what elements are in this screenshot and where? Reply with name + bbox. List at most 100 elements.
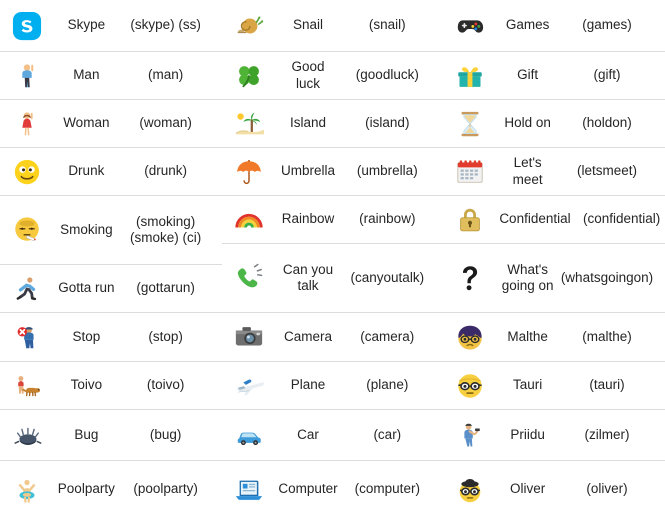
emoticon-name: Man bbox=[73, 67, 100, 83]
emoticon-name: Let's meet bbox=[512, 155, 543, 187]
hourglass-icon bbox=[443, 109, 497, 139]
emoticon-row[interactable]: Oliver (oliver) bbox=[443, 461, 665, 518]
emoticon-row[interactable]: Gotta run (gottarun) bbox=[0, 265, 222, 313]
emoticon-shortcut: (skype) (ss) bbox=[130, 17, 201, 33]
emoticon-shortcut: (oliver) bbox=[586, 481, 628, 497]
emoticon-shortcut: (computer) bbox=[354, 481, 420, 497]
emoticon-name: Poolparty bbox=[57, 481, 115, 497]
stop-sign-person-icon bbox=[0, 322, 54, 352]
column-1: Skype (skype) (ss) Man (man) Woman (woman) Dru… bbox=[0, 0, 222, 518]
emoticon-row[interactable]: Island (island) bbox=[221, 100, 444, 148]
emoticon-row[interactable]: Tauri (tauri) bbox=[443, 362, 665, 410]
emoticon-name: Games bbox=[505, 17, 550, 33]
emoticon-shortcut: (car) bbox=[373, 426, 402, 442]
gift-icon bbox=[443, 61, 497, 91]
emoticon-name: Stop bbox=[72, 328, 101, 344]
toivo-dog-icon bbox=[0, 371, 54, 401]
oliver-face-icon bbox=[443, 475, 497, 505]
bug-icon bbox=[0, 420, 54, 450]
emoticon-shortcut: (woman) bbox=[139, 115, 192, 131]
emoticon-row[interactable]: What's going on (whatsgoingon) bbox=[443, 244, 665, 313]
emoticon-shortcut: (tauri) bbox=[589, 377, 625, 393]
emoticon-row[interactable]: Drunk (drunk) bbox=[0, 148, 222, 196]
umbrella-icon bbox=[222, 157, 276, 187]
emoticon-row[interactable]: Snail (snail) bbox=[221, 0, 444, 52]
emoticon-shortcut: (smoking) (smoke) (ci) bbox=[130, 213, 202, 245]
emoticon-name: Plane bbox=[290, 377, 326, 393]
man-icon bbox=[0, 61, 54, 91]
emoticon-row[interactable]: Car (car) bbox=[221, 410, 444, 461]
emoticon-row[interactable]: Man (man) bbox=[0, 52, 222, 100]
emoticon-name: Woman bbox=[63, 115, 110, 131]
emoticon-shortcut: (zilmer) bbox=[584, 426, 630, 442]
emoticon-row[interactable]: Gift (gift) bbox=[443, 52, 665, 100]
emoticon-row[interactable]: Plane (plane) bbox=[221, 362, 444, 410]
emoticon-shortcut: (snail) bbox=[368, 17, 406, 33]
emoticon-shortcut: (letsmeet) bbox=[576, 163, 637, 179]
emoticon-name: Computer bbox=[278, 481, 338, 497]
emoticon-name: Can you talk bbox=[282, 261, 334, 293]
emoticon-name: Bug bbox=[74, 426, 99, 442]
emoticon-row[interactable]: Poolparty (poolparty) bbox=[0, 461, 222, 518]
emoticon-shortcut: (plane) bbox=[366, 377, 409, 393]
gamepad-icon bbox=[443, 11, 497, 41]
rainbow-icon bbox=[222, 205, 276, 235]
emoticon-name: Tauri bbox=[513, 377, 543, 393]
emoticon-name: Confidential bbox=[499, 211, 571, 227]
emoticon-name: Oliver bbox=[510, 481, 546, 497]
emoticon-name: Gotta run bbox=[58, 280, 115, 296]
poolparty-icon bbox=[0, 475, 54, 505]
emoticon-shortcut: (poolparty) bbox=[133, 481, 198, 497]
woman-icon bbox=[0, 109, 54, 139]
emoticon-row[interactable]: Umbrella (umbrella) bbox=[221, 148, 444, 196]
emoticon-row[interactable]: Malthe (malthe) bbox=[443, 313, 665, 362]
emoticon-name: Drunk bbox=[68, 163, 105, 179]
plane-icon bbox=[222, 371, 276, 401]
island-icon bbox=[222, 109, 276, 139]
emoticon-row[interactable]: Can you talk (canyoutalk) bbox=[221, 244, 444, 313]
clover-icon bbox=[222, 61, 276, 91]
emoticon-shortcut: (malthe) bbox=[582, 328, 632, 344]
emoticon-shortcut: (games) bbox=[582, 17, 632, 33]
emoticon-name: Smoking bbox=[60, 221, 113, 237]
emoticon-name: What's going on bbox=[501, 261, 554, 293]
emoticon-name: Snail bbox=[292, 17, 323, 33]
emoticon-row[interactable]: Hold on (holdon) bbox=[443, 100, 665, 148]
emoticon-shortcut: (confidential) bbox=[582, 211, 661, 227]
drunk-face-icon bbox=[0, 157, 54, 187]
question-mark-icon bbox=[443, 263, 497, 293]
emoticon-row[interactable]: Camera (camera) bbox=[221, 313, 444, 362]
camera-icon bbox=[222, 322, 276, 352]
malthe-face-icon bbox=[443, 322, 497, 352]
emoticon-shortcut: (toivo) bbox=[146, 377, 185, 393]
emoticon-row[interactable]: Priidu (zilmer) bbox=[443, 410, 665, 461]
emoticon-row[interactable]: Skype (skype) (ss) bbox=[0, 0, 222, 52]
emoticon-row[interactable]: Bug (bug) bbox=[0, 410, 222, 461]
emoticon-row[interactable]: Confidential (confidential) bbox=[443, 196, 665, 244]
emoticon-row[interactable]: Rainbow (rainbow) bbox=[221, 196, 444, 244]
emoticon-name: Malthe bbox=[507, 328, 548, 344]
column-2: Snail (snail) Good luck (goodluck) Island (is… bbox=[221, 0, 444, 518]
emoticon-shortcut: (canyoutalk) bbox=[350, 269, 425, 285]
emoticon-name: Rainbow bbox=[281, 211, 335, 227]
emoticon-row[interactable]: Computer (computer) bbox=[222, 461, 444, 518]
emoticon-row[interactable]: Woman (woman) bbox=[0, 100, 222, 148]
emoticon-row[interactable]: Games (games) bbox=[443, 0, 665, 52]
smoking-face-icon bbox=[0, 215, 54, 245]
emoticon-name: Good luck bbox=[291, 59, 325, 91]
emoticon-shortcut: (gottarun) bbox=[136, 280, 195, 296]
emoticon-row[interactable]: Let's meet (letsmeet) bbox=[443, 148, 665, 196]
emoticon-shortcut: (camera) bbox=[360, 328, 415, 344]
emoticon-shortcut: (whatsgoingon) bbox=[560, 269, 654, 285]
emoticon-row[interactable]: Good luck (goodluck) bbox=[221, 52, 444, 100]
emoticon-row[interactable]: Stop (stop) bbox=[0, 313, 222, 362]
emoticon-shortcut: (island) bbox=[365, 115, 410, 131]
emoticon-shortcut: (drunk) bbox=[144, 163, 188, 179]
calendar-icon bbox=[443, 157, 497, 187]
emoticon-shortcut: (rainbow) bbox=[359, 211, 416, 227]
emoticon-shortcut: (holdon) bbox=[582, 115, 632, 131]
emoticon-row[interactable]: Toivo (toivo) bbox=[0, 362, 222, 410]
emoticon-row[interactable]: Smoking (smoking) (smoke) (ci) bbox=[0, 196, 222, 265]
running-person-icon bbox=[0, 274, 54, 304]
emoticon-name: Priidu bbox=[510, 426, 545, 442]
